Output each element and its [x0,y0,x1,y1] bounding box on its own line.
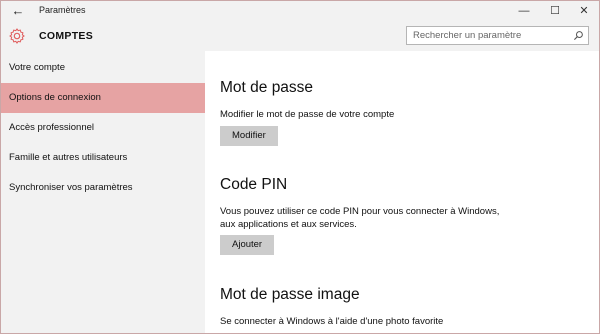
window-title: Paramètres [39,5,86,15]
search-icon[interactable] [573,30,584,41]
add-pin-button[interactable]: Ajouter [220,235,275,255]
sidebar-item-synchroniser[interactable]: Synchroniser vos paramètres [1,173,205,203]
search-placeholder: Rechercher un paramètre [413,30,522,41]
sidebar-item-acces-professionnel[interactable]: Accès professionnel [1,113,205,143]
picture-password-heading: Mot de passe image [220,286,360,303]
sidebar-item-options-de-connexion[interactable]: Options de connexion [1,83,205,113]
maximize-button[interactable]: ☐ [540,1,570,21]
gear-icon [9,28,25,44]
main-content: Mot de passe Modifier le mot de passe de… [205,51,599,333]
sidebar: Votre compte Options de connexion Accès … [1,51,205,333]
sidebar-item-famille[interactable]: Famille et autres utilisateurs [1,143,205,173]
settings-window: ← Paramètres — ☐ ✕ COMPTES Rechercher un… [0,0,600,334]
section-title: COMPTES [39,30,94,42]
password-heading: Mot de passe [220,79,314,96]
search-input[interactable]: Rechercher un paramètre [406,26,589,45]
back-arrow-icon[interactable]: ← [10,3,26,19]
title-bar: ← Paramètres — ☐ ✕ [1,1,599,21]
close-button[interactable]: ✕ [569,1,599,21]
pin-heading: Code PIN [220,176,288,193]
header-bar: COMPTES Rechercher un paramètre [1,21,599,51]
picture-password-description: Se connecter à Windows à l'aide d'une ph… [220,316,444,327]
sidebar-item-votre-compte[interactable]: Votre compte [1,53,205,83]
pin-description-line2: aux applications et aux services. [220,219,357,230]
password-description: Modifier le mot de passe de votre compte [220,109,395,120]
minimize-button[interactable]: — [509,1,539,21]
modify-password-button[interactable]: Modifier [220,126,278,146]
pin-description-line1: Vous pouvez utiliser ce code PIN pour vo… [220,206,500,217]
